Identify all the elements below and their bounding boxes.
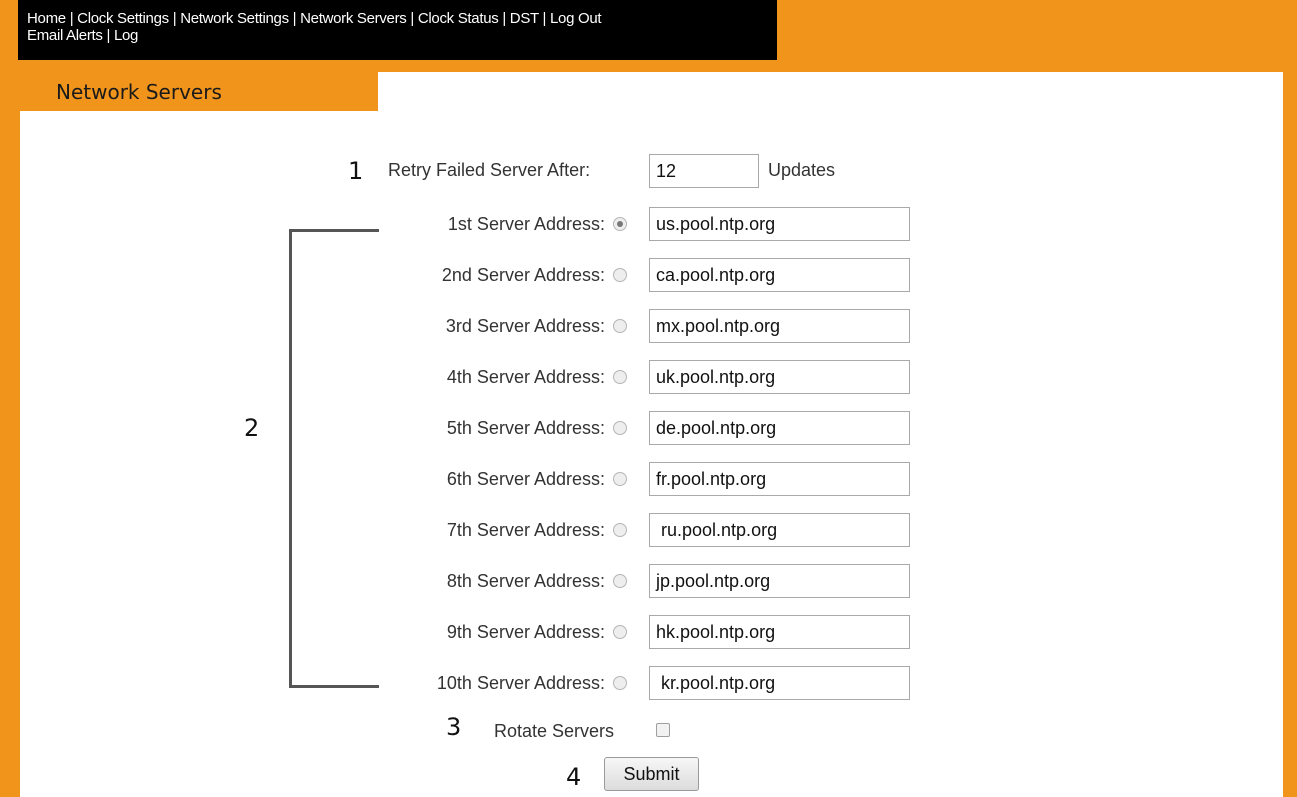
server-select-radio[interactable] bbox=[613, 268, 627, 282]
nav-link-clock-settings[interactable]: Clock Settings bbox=[77, 10, 169, 27]
server-address-label: 4th Server Address: bbox=[446, 367, 605, 387]
server-select-radio[interactable] bbox=[613, 217, 627, 231]
server-address-input[interactable]: uk.pool.ntp.org bbox=[649, 360, 910, 394]
server-address-input[interactable]: hk.pool.ntp.org bbox=[649, 615, 910, 649]
server-address-label: 10th Server Address: bbox=[436, 673, 605, 693]
server-select-radio[interactable] bbox=[613, 676, 627, 690]
callout-4: 4 bbox=[566, 763, 582, 791]
server-address-input[interactable]: mx.pool.ntp.org bbox=[649, 309, 910, 343]
content-panel-header bbox=[378, 72, 1283, 112]
retry-label: Retry Failed Server After: bbox=[388, 160, 591, 180]
nav-link-log[interactable]: Log bbox=[114, 27, 138, 44]
server-address-input[interactable]: fr.pool.ntp.org bbox=[649, 462, 910, 496]
rotate-servers-checkbox[interactable] bbox=[656, 723, 670, 737]
nav-link-network-settings[interactable]: Network Settings bbox=[180, 10, 289, 27]
server-select-radio[interactable] bbox=[613, 370, 627, 384]
server-select-radio[interactable] bbox=[613, 421, 627, 435]
server-address-label: 7th Server Address: bbox=[446, 520, 605, 540]
nav-link-dst[interactable]: DST bbox=[510, 10, 539, 27]
nav-link-home[interactable]: Home bbox=[27, 10, 66, 27]
callout-2: 2 bbox=[244, 414, 260, 442]
server-address-input[interactable]: jp.pool.ntp.org bbox=[649, 564, 910, 598]
server-row: 6th Server Address: bbox=[355, 469, 605, 490]
server-row: 1st Server Address: bbox=[355, 214, 605, 235]
server-select-radio[interactable] bbox=[613, 574, 627, 588]
server-address-input[interactable]: kr.pool.ntp.org bbox=[649, 666, 910, 700]
retry-unit-row: Updates bbox=[768, 160, 835, 181]
server-address-label: 6th Server Address: bbox=[446, 469, 605, 489]
server-address-input[interactable]: ru.pool.ntp.org bbox=[649, 513, 910, 547]
server-address-label: 1st Server Address: bbox=[447, 214, 605, 234]
server-row: 9th Server Address: bbox=[355, 622, 605, 643]
server-group-bracket bbox=[289, 229, 379, 688]
server-row: 7th Server Address: bbox=[355, 520, 605, 541]
nav-line-2: Email Alerts | Log bbox=[27, 27, 139, 44]
server-row: 2nd Server Address: bbox=[355, 265, 605, 286]
nav-link-clock-status[interactable]: Clock Status bbox=[418, 10, 499, 27]
top-navigation-bar: Home | Clock Settings | Network Settings… bbox=[18, 0, 777, 60]
page-title: Network Servers bbox=[56, 80, 222, 104]
nav-link-network-servers[interactable]: Network Servers bbox=[300, 10, 407, 27]
retry-input[interactable]: 12 bbox=[649, 154, 759, 188]
server-row: 3rd Server Address: bbox=[355, 316, 605, 337]
server-address-label: 3rd Server Address: bbox=[445, 316, 605, 336]
retry-unit-label: Updates bbox=[768, 160, 836, 180]
callout-3: 3 bbox=[446, 713, 462, 741]
server-address-input[interactable]: de.pool.ntp.org bbox=[649, 411, 910, 445]
submit-button[interactable]: Submit bbox=[604, 757, 699, 791]
server-select-radio[interactable] bbox=[613, 472, 627, 486]
server-address-label: 8th Server Address: bbox=[446, 571, 605, 591]
retry-row: Retry Failed Server After: bbox=[388, 160, 590, 181]
server-row: 4th Server Address: bbox=[355, 367, 605, 388]
server-address-input[interactable]: ca.pool.ntp.org bbox=[649, 258, 910, 292]
server-row: 10th Server Address: bbox=[355, 673, 605, 694]
rotate-row: Rotate Servers bbox=[494, 721, 614, 742]
nav-link-email-alerts[interactable]: Email Alerts bbox=[27, 27, 103, 44]
server-address-label: 9th Server Address: bbox=[446, 622, 605, 642]
server-address-label: 2nd Server Address: bbox=[441, 265, 605, 285]
server-address-input[interactable]: us.pool.ntp.org bbox=[649, 207, 910, 241]
server-address-label: 5th Server Address: bbox=[446, 418, 605, 438]
server-row: 8th Server Address: bbox=[355, 571, 605, 592]
server-select-radio[interactable] bbox=[613, 523, 627, 537]
server-select-radio[interactable] bbox=[613, 625, 627, 639]
rotate-label: Rotate Servers bbox=[494, 721, 615, 741]
callout-1: 1 bbox=[348, 157, 364, 185]
server-select-radio[interactable] bbox=[613, 319, 627, 333]
server-row: 5th Server Address: bbox=[355, 418, 605, 439]
nav-line-1: Home | Clock Settings | Network Settings… bbox=[27, 10, 602, 27]
nav-link-log-out[interactable]: Log Out bbox=[550, 10, 602, 27]
